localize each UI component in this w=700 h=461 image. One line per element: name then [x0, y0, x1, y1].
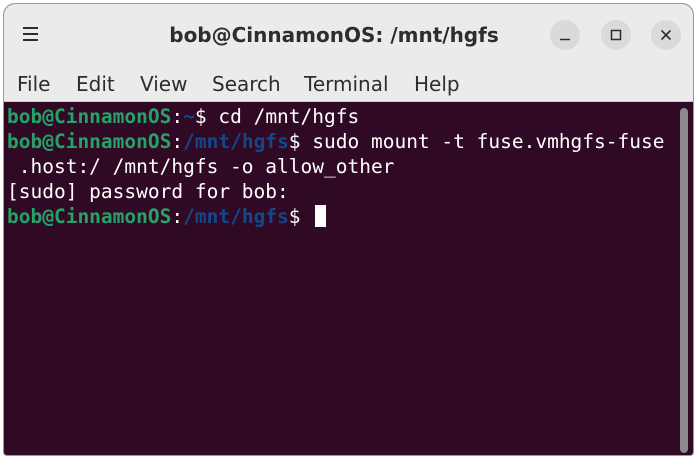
command-continuation: .host:/ /mnt/hgfs -o allow_other [7, 155, 395, 178]
terminal-area[interactable]: bob@CinnamonOS:~$ cd /mnt/hgfs bob@Cinna… [4, 102, 693, 455]
prompt-user-host: bob@CinnamonOS [7, 105, 172, 128]
command-text: $ cd /mnt/hgfs [194, 105, 360, 128]
prompt-separator: : [171, 105, 184, 128]
hamburger-menu-icon[interactable] [20, 22, 44, 46]
close-icon [660, 29, 672, 41]
command-text: $ sudo mount -t fuse.vmhgfs-fuse [288, 130, 665, 153]
close-button[interactable] [651, 20, 681, 50]
menu-file[interactable]: File [17, 64, 50, 102]
prompt-separator: : [171, 205, 184, 228]
maximize-button[interactable] [601, 20, 631, 50]
terminal-line: bob@CinnamonOS:~$ cd /mnt/hgfs [7, 104, 359, 129]
menu-edit[interactable]: Edit [76, 64, 115, 102]
prompt-path: /mnt/hgfs [183, 130, 289, 153]
text-cursor [315, 205, 327, 227]
menu-help[interactable]: Help [414, 64, 460, 102]
sudo-password-prompt: [sudo] password for bob: [7, 180, 289, 203]
prompt-user-host: bob@CinnamonOS [7, 205, 172, 228]
menu-view[interactable]: View [140, 64, 187, 102]
minimize-button[interactable] [550, 20, 580, 50]
terminal-line: .host:/ /mnt/hgfs -o allow_other [7, 154, 395, 179]
title-bar[interactable]: bob@CinnamonOS: /mnt/hgfs [4, 4, 693, 64]
menu-terminal[interactable]: Terminal [304, 64, 389, 102]
prompt-separator: : [171, 130, 184, 153]
menu-bar: File Edit View Search Terminal Help [4, 64, 693, 102]
command-text: $ [288, 205, 313, 228]
minimize-icon [560, 38, 570, 41]
window-title: bob@CinnamonOS: /mnt/hgfs [169, 23, 499, 47]
terminal-window: bob@CinnamonOS: /mnt/hgfs File Edit View… [3, 3, 694, 456]
prompt-user-host: bob@CinnamonOS [7, 130, 172, 153]
prompt-path: /mnt/hgfs [183, 205, 289, 228]
maximize-icon [610, 29, 622, 41]
menu-search[interactable]: Search [212, 64, 281, 102]
terminal-line: bob@CinnamonOS:/mnt/hgfs$ [7, 204, 327, 229]
terminal-line: [sudo] password for bob: [7, 179, 289, 204]
terminal-line: bob@CinnamonOS:/mnt/hgfs$ sudo mount -t … [7, 129, 664, 154]
vertical-scrollbar[interactable] [680, 108, 688, 453]
prompt-path: ~ [183, 105, 195, 128]
